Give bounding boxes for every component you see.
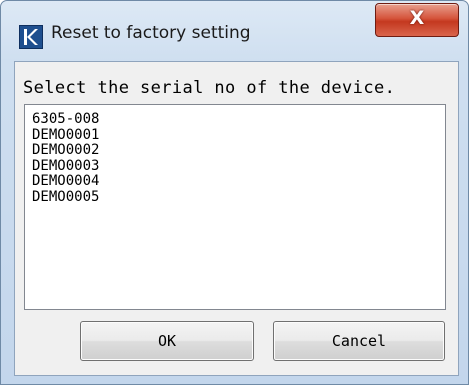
serial-list-item[interactable]: DEMO0002 bbox=[25, 142, 99, 159]
serial-list: 6305-008 DEMO0001 DEMO0002 DEMO0003 DEMO0004… bbox=[25, 111, 99, 206]
serial-list-item[interactable]: 6305-008 bbox=[25, 111, 99, 128]
serial-list-item[interactable]: DEMO0005 bbox=[25, 189, 99, 206]
ok-button[interactable]: OK bbox=[80, 321, 254, 361]
title-bar[interactable]: Reset to factory setting X bbox=[1, 1, 468, 61]
serial-list-item[interactable]: DEMO0004 bbox=[25, 173, 99, 190]
cancel-button[interactable]: Cancel bbox=[273, 321, 445, 361]
app-icon bbox=[19, 25, 43, 49]
close-icon: X bbox=[409, 7, 425, 29]
prompt-label: Select the serial no of the device. bbox=[23, 78, 396, 98]
close-button[interactable]: X bbox=[375, 3, 459, 37]
serial-list-item[interactable]: DEMO0001 bbox=[25, 127, 99, 144]
serial-listbox[interactable]: 6305-008 DEMO0001 DEMO0002 DEMO0003 DEMO0004… bbox=[24, 104, 446, 310]
serial-list-item[interactable]: DEMO0003 bbox=[25, 158, 99, 175]
window-title: Reset to factory setting bbox=[51, 23, 251, 43]
